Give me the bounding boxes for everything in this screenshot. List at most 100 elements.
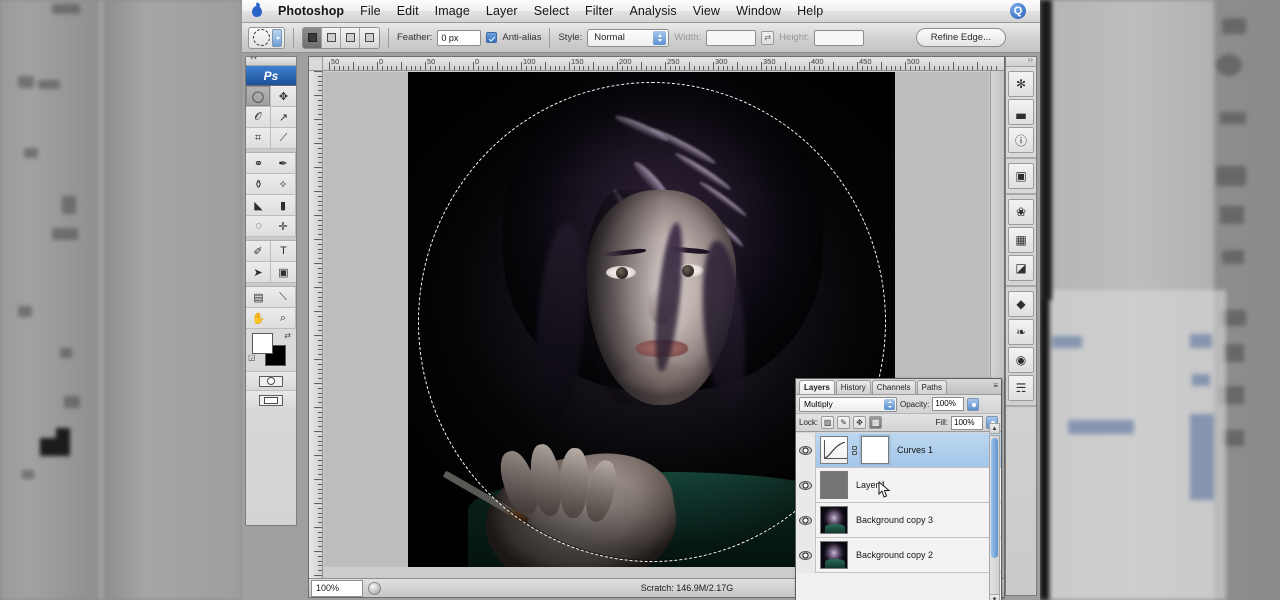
layer-thumbnail[interactable] bbox=[820, 506, 848, 534]
path-selection-tool[interactable]: ➤ bbox=[246, 262, 271, 283]
menu-item-window[interactable]: Window bbox=[728, 0, 789, 22]
lock-position-button[interactable]: ✥ bbox=[853, 416, 867, 429]
tool-preset-chevron-down-icon[interactable] bbox=[272, 28, 282, 47]
dodge-tool[interactable]: ✛ bbox=[271, 216, 296, 237]
menu-item-layer[interactable]: Layer bbox=[478, 0, 526, 22]
fill-input[interactable]: 100% bbox=[951, 415, 983, 430]
menu-item-filter[interactable]: Filter bbox=[577, 0, 621, 22]
width-input[interactable] bbox=[706, 29, 757, 46]
layer-visibility-toggle[interactable] bbox=[796, 502, 816, 538]
curves-adjustment-thumbnail[interactable] bbox=[820, 436, 848, 464]
character-panel-icon[interactable]: ☴ bbox=[1008, 375, 1034, 401]
blend-mode-select[interactable]: Multiply bbox=[799, 396, 897, 412]
histogram-panel-icon[interactable]: ▃ bbox=[1008, 99, 1034, 125]
swap-dimensions-icon[interactable]: ⇄ bbox=[761, 30, 775, 45]
foreground-color-swatch[interactable] bbox=[252, 333, 273, 354]
lock-all-button[interactable]: ▩ bbox=[869, 416, 883, 429]
add-to-selection-button[interactable] bbox=[322, 27, 341, 48]
subtract-from-selection-button[interactable] bbox=[341, 27, 360, 48]
table-row[interactable]: Curves 1 bbox=[796, 433, 1001, 468]
brush-tool[interactable]: ✒ bbox=[271, 153, 296, 174]
rectangle-tool[interactable]: ▣ bbox=[271, 262, 296, 283]
layer-visibility-toggle[interactable] bbox=[796, 537, 816, 573]
menu-item-view[interactable]: View bbox=[685, 0, 728, 22]
intersect-with-selection-button[interactable] bbox=[360, 27, 379, 48]
screen-mode-group bbox=[246, 371, 296, 409]
history-brush-tool[interactable]: ✧ bbox=[271, 174, 296, 195]
layer-mask-thumbnail[interactable] bbox=[861, 436, 889, 464]
navigator-panel-icon[interactable]: ▣ bbox=[1008, 163, 1034, 189]
type-tool[interactable]: T bbox=[271, 241, 296, 262]
healing-brush-tool[interactable]: ⚭ bbox=[246, 153, 271, 174]
search-icon[interactable]: Q bbox=[1010, 3, 1026, 19]
pen-tool[interactable]: ✐ bbox=[246, 241, 271, 262]
swap-colors-icon[interactable]: ⇄ bbox=[284, 331, 291, 340]
table-row[interactable]: Layer 1 bbox=[796, 467, 1001, 503]
menu-item-help[interactable]: Help bbox=[789, 0, 831, 22]
zoom-tool[interactable]: ⌕ bbox=[271, 308, 296, 329]
scrollbar-thumb[interactable] bbox=[991, 438, 998, 558]
clone-source-panel-icon[interactable]: ❧ bbox=[1008, 319, 1034, 345]
opacity-slider-chevron-icon[interactable] bbox=[967, 397, 980, 411]
eraser-tool[interactable]: ◣ bbox=[246, 195, 271, 216]
default-colors-icon[interactable]: ◲ bbox=[248, 353, 256, 362]
gradient-tool[interactable]: ▮ bbox=[271, 195, 296, 216]
menu-item-image[interactable]: Image bbox=[427, 0, 478, 22]
toolbox-drag-handle[interactable] bbox=[246, 54, 296, 66]
refine-edge-button[interactable]: Refine Edge... bbox=[915, 28, 1006, 47]
layers-vertical-scrollbar[interactable] bbox=[989, 435, 1000, 600]
brushes-panel-icon[interactable]: ◆ bbox=[1008, 291, 1034, 317]
menu-item-file[interactable]: File bbox=[352, 0, 389, 22]
selection-mode-group[interactable] bbox=[302, 26, 380, 49]
lock-transparent-pixels-button[interactable]: ▨ bbox=[821, 416, 835, 429]
panel-menu-icon[interactable]: ≡ bbox=[993, 381, 998, 390]
lock-image-pixels-button[interactable]: ✎ bbox=[837, 416, 851, 429]
anti-alias-checkbox[interactable] bbox=[486, 32, 498, 43]
elliptical-marquee-tool[interactable]: ◯ bbox=[246, 86, 271, 107]
info-panel-icon[interactable]: ⓘ bbox=[1008, 127, 1034, 153]
mask-link-icon[interactable] bbox=[851, 443, 858, 457]
height-input[interactable] bbox=[814, 29, 865, 46]
eyedropper-tool[interactable]: ⟋ bbox=[271, 128, 296, 149]
dock-expand-handle[interactable] bbox=[1006, 55, 1036, 67]
hand-tool[interactable]: ✋ bbox=[246, 308, 271, 329]
style-select[interactable]: Normal bbox=[587, 28, 670, 47]
tab-layers[interactable]: Layers bbox=[799, 380, 835, 394]
table-row[interactable]: Background copy 3 bbox=[796, 502, 1001, 538]
menu-item-analysis[interactable]: Analysis bbox=[621, 0, 684, 22]
scroll-up-arrow[interactable]: ▲ bbox=[989, 423, 1000, 434]
notes-tool[interactable]: ▤ bbox=[246, 287, 271, 308]
feather-input[interactable]: 0 px bbox=[437, 29, 482, 46]
tab-channels[interactable]: Channels bbox=[871, 380, 916, 394]
color-panel-icon[interactable]: ❀ bbox=[1008, 199, 1034, 225]
menu-app-name[interactable]: Photoshop bbox=[276, 0, 352, 22]
layer-visibility-toggle[interactable] bbox=[796, 467, 816, 503]
tab-history[interactable]: History bbox=[835, 380, 871, 394]
eyedropper-alt-tool[interactable]: ⟍ bbox=[271, 287, 296, 308]
masks-panel-icon[interactable]: ◉ bbox=[1008, 347, 1034, 373]
apple-logo-icon[interactable] bbox=[250, 3, 264, 19]
crop-tool[interactable]: ⌗ bbox=[246, 128, 271, 149]
opacity-input[interactable]: 100% bbox=[932, 397, 965, 411]
quick-mask-button[interactable] bbox=[246, 371, 296, 390]
scroll-down-arrow[interactable]: ▼ bbox=[989, 594, 1000, 600]
layer-thumbnail[interactable] bbox=[820, 471, 848, 499]
layer-visibility-toggle[interactable] bbox=[796, 433, 816, 468]
tab-paths[interactable]: Paths bbox=[916, 380, 947, 394]
styles-panel-icon[interactable]: ◪ bbox=[1008, 255, 1034, 281]
table-row[interactable]: Background copy 2 bbox=[796, 537, 1001, 573]
menu-item-edit[interactable]: Edit bbox=[389, 0, 427, 22]
lasso-tool[interactable]: 𝒪 bbox=[246, 107, 271, 128]
zoom-level-input[interactable]: 100% bbox=[311, 579, 363, 597]
menu-item-select[interactable]: Select bbox=[526, 0, 577, 22]
move-tool[interactable]: ✥ bbox=[271, 86, 296, 107]
magic-wand-tool[interactable]: ↗ bbox=[271, 107, 296, 128]
layer-thumbnail[interactable] bbox=[820, 541, 848, 569]
standard-screen-mode-button[interactable] bbox=[246, 390, 296, 409]
blur-tool[interactable]: ◌ bbox=[246, 216, 271, 237]
clone-stamp-tool[interactable]: ⚱ bbox=[246, 174, 271, 195]
swatches-panel-icon[interactable]: ▦ bbox=[1008, 227, 1034, 253]
new-selection-button[interactable] bbox=[303, 27, 322, 48]
active-tool-preset[interactable] bbox=[248, 26, 285, 49]
adjustments-panel-icon[interactable]: ✻ bbox=[1008, 71, 1034, 97]
